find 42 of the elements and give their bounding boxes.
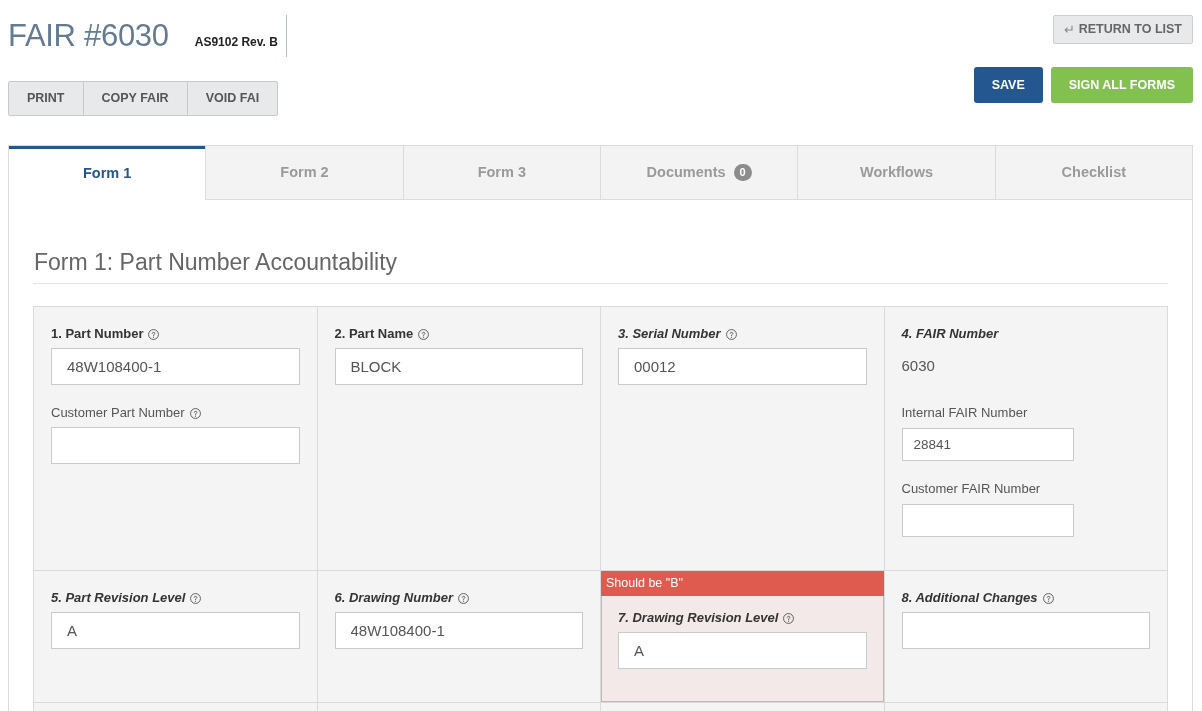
- help-icon[interactable]: [725, 328, 737, 340]
- error-banner: Should be "B": [601, 571, 884, 597]
- input-field[interactable]: A: [51, 612, 300, 650]
- field-label: 5. Part Revision Level: [51, 590, 186, 607]
- field-label: 1. Part Number: [51, 326, 144, 343]
- field-label: Customer Part Number: [51, 405, 185, 422]
- return-to-list-button[interactable]: ↵ RETURN TO LIST: [1052, 15, 1193, 44]
- return-arrow-icon: ↵: [1063, 19, 1075, 40]
- page-title: FAIR #6030: [8, 20, 169, 51]
- field-label: Customer FAIR Number: [901, 481, 1041, 498]
- field-label: 6. Drawing Number: [334, 590, 453, 607]
- tab[interactable]: Documents 0: [600, 146, 798, 201]
- input-field[interactable]: 48W108400-1: [334, 612, 583, 650]
- help-icon[interactable]: [1042, 592, 1054, 604]
- count-badge: 0: [733, 164, 752, 182]
- save-button[interactable]: SAVE: [973, 67, 1043, 103]
- help-icon[interactable]: [418, 328, 430, 340]
- help-icon[interactable]: [190, 592, 202, 604]
- help-icon[interactable]: [148, 328, 160, 340]
- toolbar-button[interactable]: VOID FAI: [186, 81, 279, 116]
- help-icon[interactable]: [783, 612, 795, 624]
- toolbar-button[interactable]: PRINT: [8, 81, 84, 116]
- input-field[interactable]: [901, 612, 1150, 650]
- help-icon[interactable]: [457, 592, 469, 604]
- field-label: Internal FAIR Number: [901, 405, 1028, 422]
- input-field[interactable]: [51, 427, 300, 465]
- input-field[interactable]: [901, 504, 1074, 538]
- input-field[interactable]: BLOCK: [334, 348, 583, 386]
- input-field[interactable]: 28841: [901, 428, 1074, 462]
- field-label: 7. Drawing Revision Level: [618, 610, 779, 627]
- form-heading: Form 1: Part Number Accountability: [33, 248, 1168, 285]
- field-label: 2. Part Name: [334, 326, 414, 343]
- standard-label: AS9102 Rev. B: [194, 35, 278, 49]
- help-icon[interactable]: [189, 407, 201, 419]
- input-field[interactable]: 48W108400-1: [51, 348, 300, 386]
- field-label: 8. Additional Changes: [901, 590, 1038, 607]
- input-field[interactable]: 00012: [618, 348, 867, 386]
- field-label: 3. Serial Number: [618, 326, 721, 343]
- field-label: 4. FAIR Number: [901, 326, 999, 343]
- toolbar-button[interactable]: COPY FAIR: [82, 81, 188, 116]
- field-value: 6030: [901, 356, 935, 377]
- input-field[interactable]: A: [618, 632, 867, 670]
